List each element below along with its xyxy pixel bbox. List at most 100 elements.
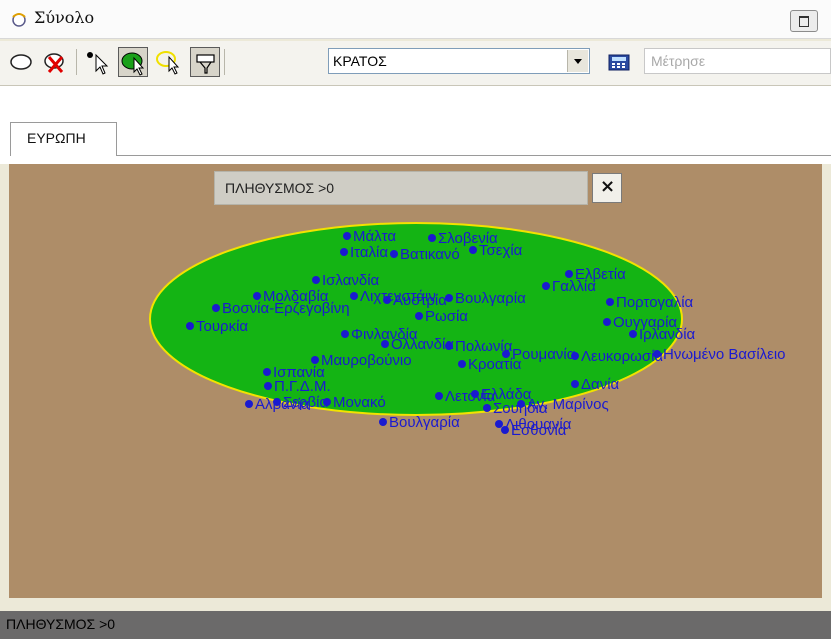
country-label: Βουλγαρία bbox=[389, 414, 460, 431]
country-marker[interactable] bbox=[340, 248, 348, 256]
country-marker[interactable] bbox=[469, 246, 477, 254]
country-marker[interactable] bbox=[264, 382, 272, 390]
close-icon: × bbox=[600, 176, 616, 197]
clear-selection-button[interactable] bbox=[40, 47, 70, 77]
tab-divider bbox=[117, 155, 831, 156]
country-label: Δανία bbox=[581, 376, 620, 393]
region-select-button[interactable] bbox=[118, 47, 148, 77]
country-marker[interactable] bbox=[381, 340, 389, 348]
chevron-down-icon[interactable] bbox=[567, 50, 588, 72]
country-marker[interactable] bbox=[435, 392, 443, 400]
calculator-icon bbox=[608, 54, 630, 71]
toolbar-separator bbox=[224, 49, 225, 75]
filter-close-button[interactable]: × bbox=[592, 173, 622, 203]
country-label: Ρωσία bbox=[425, 308, 468, 325]
country-label: Τουρκία bbox=[196, 318, 248, 335]
country-label: Τσεχία bbox=[479, 242, 523, 259]
country-marker[interactable] bbox=[415, 312, 423, 320]
filter-icon bbox=[196, 54, 215, 74]
country-label: Βατικανό bbox=[400, 246, 460, 263]
tab-strip: ΕΥΡΩΠΗ bbox=[0, 86, 831, 164]
toolbar-separator bbox=[76, 49, 77, 75]
measure-input[interactable]: Μέτρησε bbox=[644, 48, 831, 74]
country-marker[interactable] bbox=[343, 232, 351, 240]
tab-europe[interactable]: ΕΥΡΩΠΗ bbox=[10, 122, 117, 156]
select-pointer-button[interactable] bbox=[82, 47, 112, 77]
country-label: Βοσνία-Ερζεγοβίνη bbox=[222, 300, 350, 317]
country-marker[interactable] bbox=[383, 296, 391, 304]
filter-button[interactable] bbox=[190, 47, 220, 77]
restore-button[interactable] bbox=[790, 10, 818, 32]
highlight-pointer-icon bbox=[156, 51, 180, 75]
country-marker[interactable] bbox=[517, 400, 525, 408]
window-title: Σύνολο bbox=[34, 8, 95, 27]
country-label: Σερβία bbox=[283, 394, 328, 411]
clear-ellipse-icon bbox=[44, 53, 64, 73]
measure-placeholder: Μέτρησε bbox=[651, 53, 706, 69]
toolbar: ΚΡΑΤΟΣ Μέτρησε bbox=[0, 41, 831, 86]
country-label: Μονακό bbox=[333, 394, 386, 411]
country-marker[interactable] bbox=[445, 342, 453, 350]
country-label: Γαλλία bbox=[552, 278, 596, 295]
country-label: Ισλανδία bbox=[322, 272, 380, 289]
region-pointer-icon bbox=[121, 52, 145, 76]
map-canvas[interactable]: Μάλτα Σλοβενία Ιταλία Βατικανό Τσεχία Ισλανδί… bbox=[9, 164, 822, 598]
country-label: Ηνωμένο Βασίλειο bbox=[663, 346, 786, 363]
status-text: ΠΛΗΘΥΣΜΟΣ >0 bbox=[6, 616, 116, 632]
window-gap bbox=[0, 598, 831, 611]
country-marker[interactable] bbox=[501, 426, 509, 434]
country-marker[interactable] bbox=[483, 404, 491, 412]
country-marker[interactable] bbox=[350, 292, 358, 300]
country-marker[interactable] bbox=[629, 330, 637, 338]
country-marker[interactable] bbox=[571, 352, 579, 360]
layer-select-value: ΚΡΑΤΟΣ bbox=[333, 53, 387, 69]
map-svg[interactable]: Μάλτα ΣλοβενίαΙταλία Βατικανό ΤσεχίαΙσλανδί… bbox=[9, 164, 822, 598]
country-marker[interactable] bbox=[273, 398, 281, 406]
country-marker[interactable] bbox=[571, 380, 579, 388]
country-marker[interactable] bbox=[653, 350, 661, 358]
country-marker[interactable] bbox=[341, 330, 349, 338]
status-bar: ΠΛΗΘΥΣΜΟΣ >0 bbox=[0, 611, 831, 639]
country-label: Λευκορωσία bbox=[581, 348, 663, 365]
country-marker[interactable] bbox=[542, 282, 550, 290]
layer-select[interactable]: ΚΡΑΤΟΣ bbox=[328, 48, 590, 74]
country-label: Μαυροβούνιο bbox=[321, 352, 412, 369]
country-label: Π.Γ.Δ.Μ. bbox=[274, 378, 331, 395]
country-label: Ολλανδία bbox=[391, 336, 454, 353]
filter-label: ΠΛΗΘΥΣΜΟΣ >0 bbox=[225, 180, 335, 196]
country-marker[interactable] bbox=[565, 270, 573, 278]
window-edge bbox=[822, 164, 831, 598]
highlight-select-button[interactable] bbox=[154, 47, 184, 77]
country-marker[interactable] bbox=[311, 356, 319, 364]
country-marker[interactable] bbox=[428, 234, 436, 242]
country-marker[interactable] bbox=[186, 322, 194, 330]
country-marker[interactable] bbox=[458, 360, 466, 368]
app-icon bbox=[12, 13, 26, 27]
country-label: Λετονία bbox=[445, 388, 496, 405]
country-marker[interactable] bbox=[390, 250, 398, 258]
restore-icon bbox=[799, 16, 809, 27]
tab-label: ΕΥΡΩΠΗ bbox=[27, 130, 86, 146]
calculator-button[interactable] bbox=[604, 47, 634, 77]
country-marker[interactable] bbox=[245, 400, 253, 408]
ellipse-select-button[interactable] bbox=[6, 47, 36, 77]
country-label: Ιταλία bbox=[350, 244, 388, 261]
country-marker[interactable] bbox=[212, 304, 220, 312]
title-bar: Σύνολο bbox=[0, 0, 831, 39]
country-marker[interactable] bbox=[606, 298, 614, 306]
country-label: Πορτογαλία bbox=[616, 294, 694, 311]
country-marker[interactable] bbox=[263, 368, 271, 376]
country-label: Αυστρία bbox=[393, 292, 447, 309]
filter-bar: ΠΛΗΘΥΣΜΟΣ >0 bbox=[214, 171, 588, 205]
ellipse-icon bbox=[10, 54, 32, 70]
country-label: Ιρλανδία bbox=[639, 326, 696, 343]
country-label: Μάλτα bbox=[353, 228, 396, 245]
country-marker[interactable] bbox=[253, 292, 261, 300]
country-marker[interactable] bbox=[379, 418, 387, 426]
country-marker[interactable] bbox=[495, 420, 503, 428]
country-label: Κροατία bbox=[468, 356, 522, 373]
country-marker[interactable] bbox=[603, 318, 611, 326]
country-marker[interactable] bbox=[312, 276, 320, 284]
country-label: Βουλγαρία bbox=[455, 290, 526, 307]
country-label: Ρουμανία bbox=[512, 346, 576, 363]
